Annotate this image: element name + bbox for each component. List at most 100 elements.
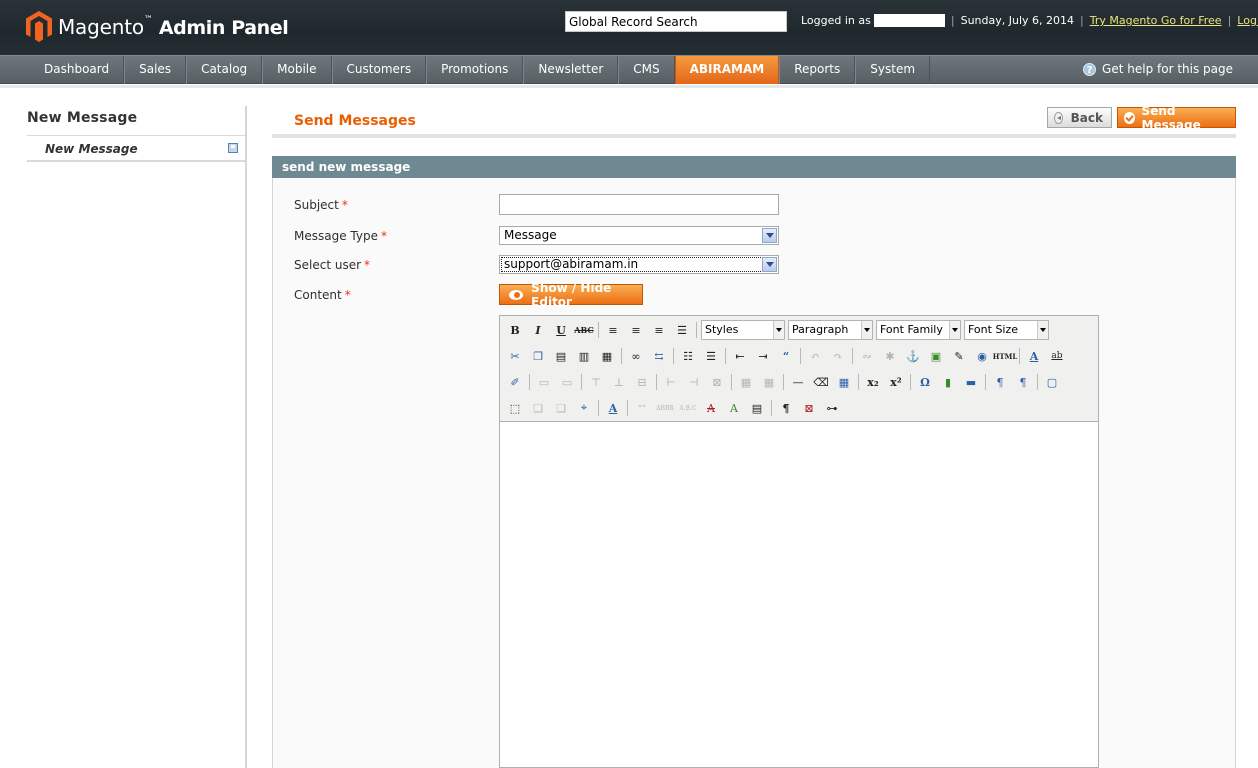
try-magento-go-link[interactable]: Try Magento Go for Free xyxy=(1090,14,1222,27)
nav-item-dashboard[interactable]: Dashboard xyxy=(30,56,125,84)
nav-item-system[interactable]: System xyxy=(855,56,931,84)
move-backward-icon[interactable]: ❏ xyxy=(551,398,571,418)
align-justify-icon[interactable]: ☰ xyxy=(672,320,692,340)
unlink-icon[interactable]: ✱ xyxy=(880,346,900,366)
align-center-icon[interactable]: ≡ xyxy=(626,320,646,340)
special-char-icon[interactable]: Ω xyxy=(915,372,935,392)
table-row-props-icon[interactable]: ▭ xyxy=(534,372,554,392)
bullet-list-icon[interactable]: ☷ xyxy=(678,346,698,366)
superscript-icon[interactable]: x² xyxy=(886,372,906,392)
sidebar-tab-new-message[interactable]: New Message xyxy=(27,136,245,162)
cleanup-icon[interactable]: ✎ xyxy=(949,346,969,366)
global-search-input[interactable] xyxy=(565,11,787,32)
nav-item-newsletter[interactable]: Newsletter xyxy=(523,56,619,84)
anchor-icon[interactable]: ⚓ xyxy=(903,346,923,366)
back-button[interactable]: Back xyxy=(1047,107,1112,128)
italic-icon[interactable]: I xyxy=(528,320,548,340)
nav-item-customers[interactable]: Customers xyxy=(331,56,427,84)
page-title: Send Messages xyxy=(294,113,416,129)
align-left-icon[interactable]: ≡ xyxy=(603,320,623,340)
rtl-icon[interactable]: ¶ xyxy=(1013,372,1033,392)
ltr-icon[interactable]: ¶ xyxy=(990,372,1010,392)
insert-row-after-icon[interactable]: ⊥ xyxy=(609,372,629,392)
move-forward-icon[interactable]: ❏ xyxy=(528,398,548,418)
delete-col-icon[interactable]: ⊠ xyxy=(707,372,727,392)
bold-icon[interactable]: B xyxy=(505,320,525,340)
select-user-select[interactable]: support@abiramam.in xyxy=(499,255,779,274)
horizontal-rule-icon[interactable]: — xyxy=(788,372,808,392)
link-icon[interactable]: ∾ xyxy=(857,346,877,366)
cite-icon[interactable]: “” xyxy=(632,398,652,418)
delete-row-icon[interactable]: ⊟ xyxy=(632,372,652,392)
nav-item-promotions[interactable]: Promotions xyxy=(426,56,524,84)
paste-icon[interactable]: ▤ xyxy=(551,346,571,366)
insert-col-after-icon[interactable]: ⊣ xyxy=(684,372,704,392)
outdent-icon[interactable]: ⇤ xyxy=(730,346,750,366)
page-break-icon[interactable]: ⊶ xyxy=(822,398,842,418)
table-icon[interactable]: ▦ xyxy=(834,372,854,392)
show-hide-editor-button[interactable]: Show / Hide Editor xyxy=(499,281,643,309)
help-link[interactable]: ? Get help for this page xyxy=(1083,62,1233,76)
paste-text-icon[interactable]: ▥ xyxy=(574,346,594,366)
replace-icon[interactable]: ⇆ xyxy=(649,346,669,366)
underline-icon[interactable]: U xyxy=(551,320,571,340)
styles-dropdown[interactable]: Styles xyxy=(701,320,785,340)
magento-logo[interactable]: Magento™ Admin Panel xyxy=(26,11,289,42)
style-props-icon[interactable]: A xyxy=(603,398,623,418)
visual-aid-icon[interactable]: ✐ xyxy=(505,372,525,392)
absolute-position-icon[interactable]: ⌖ xyxy=(574,398,594,418)
align-right-icon[interactable]: ≡ xyxy=(649,320,669,340)
show-blocks-icon[interactable]: ¶ xyxy=(776,398,796,418)
help-icon[interactable]: ◉ xyxy=(972,346,992,366)
acronym-icon[interactable]: A.B.C xyxy=(678,398,698,418)
background-color-icon[interactable]: ab xyxy=(1047,346,1067,366)
attributes-icon[interactable]: ▤ xyxy=(747,398,767,418)
html-source-icon[interactable]: HTML xyxy=(993,346,1018,366)
advanced-hr-icon[interactable]: ▬ xyxy=(961,372,981,392)
subscript-icon[interactable]: x₂ xyxy=(863,372,883,392)
header-user-info: Logged in as | Sunday, July 6, 2014 | Tr… xyxy=(801,14,1258,27)
font-family-dropdown[interactable]: Font Family xyxy=(876,320,961,340)
undo-icon[interactable]: ↶ xyxy=(805,346,825,366)
split-cells-icon[interactable]: ▦ xyxy=(736,372,756,392)
message-type-select[interactable]: Message xyxy=(499,226,779,245)
strikethrough-icon[interactable]: ABC xyxy=(574,320,594,340)
insert-col-before-icon[interactable]: ⊢ xyxy=(661,372,681,392)
find-icon[interactable]: ∞ xyxy=(626,346,646,366)
blockquote-icon[interactable]: “ xyxy=(776,346,796,366)
subject-input[interactable] xyxy=(499,194,779,215)
insert-text-icon[interactable]: A xyxy=(724,398,744,418)
send-message-button[interactable]: Send Message xyxy=(1117,104,1236,132)
merge-cells-icon[interactable]: ▦ xyxy=(759,372,779,392)
table-cell-props-icon[interactable]: ▭ xyxy=(557,372,577,392)
redo-icon[interactable]: ↷ xyxy=(828,346,848,366)
media-icon[interactable]: ▮ xyxy=(938,372,958,392)
abbreviation-icon[interactable]: ABBR xyxy=(655,398,675,418)
insert-layer-icon[interactable]: ⬚ xyxy=(505,398,525,418)
logout-link[interactable]: Log Out xyxy=(1237,14,1258,27)
select-user-label: Select user * xyxy=(294,258,371,272)
cut-icon[interactable]: ✂ xyxy=(505,346,525,366)
nonbreaking-space-icon[interactable]: ⊠ xyxy=(799,398,819,418)
editor-content-area[interactable] xyxy=(500,423,1098,767)
nav-item-mobile[interactable]: Mobile xyxy=(262,56,332,84)
copy-icon[interactable]: ❐ xyxy=(528,346,548,366)
nav-item-cms[interactable]: CMS xyxy=(618,56,675,84)
text-color-icon[interactable]: A xyxy=(1024,346,1044,366)
indent-icon[interactable]: ⇥ xyxy=(753,346,773,366)
font-size-dropdown[interactable]: Font Size xyxy=(964,320,1049,340)
remove-format-icon[interactable]: ⌫ xyxy=(811,372,831,392)
delete-text-icon[interactable]: A xyxy=(701,398,721,418)
fullscreen-icon[interactable]: ▢ xyxy=(1042,372,1062,392)
image-icon[interactable]: ▣ xyxy=(926,346,946,366)
paste-word-icon[interactable]: ▦ xyxy=(597,346,617,366)
nav-item-abiramam[interactable]: ABIRAMAM xyxy=(674,56,780,84)
paragraph-dropdown[interactable]: Paragraph xyxy=(788,320,873,340)
nav-item-reports[interactable]: Reports xyxy=(779,56,856,84)
message-type-label: Message Type * xyxy=(294,229,387,243)
numbered-list-icon[interactable]: ☰ xyxy=(701,346,721,366)
insert-row-before-icon[interactable]: ⊤ xyxy=(586,372,606,392)
fieldset-title: send new message xyxy=(272,156,1236,178)
nav-item-sales[interactable]: Sales xyxy=(124,56,187,84)
nav-item-catalog[interactable]: Catalog xyxy=(186,56,263,84)
